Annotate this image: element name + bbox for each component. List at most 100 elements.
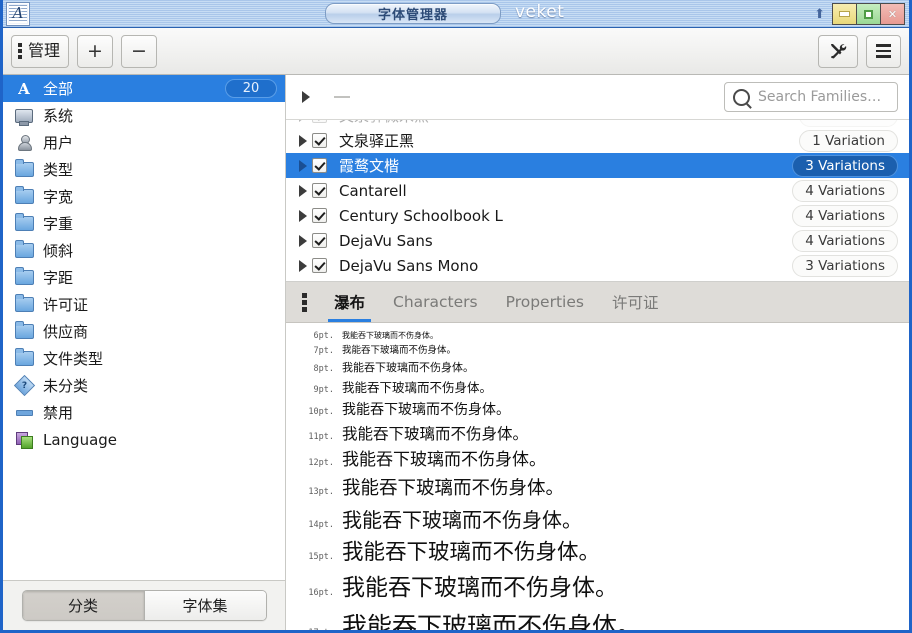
waterfall-line: 16pt. 我能吞下玻璃而不伤身体。: [286, 570, 909, 607]
table-row[interactable]: DejaVu Sans 4 Variations: [286, 228, 909, 253]
sidebar-item-label: 系统: [43, 107, 74, 125]
waterfall-sample-text: 我能吞下玻璃而不伤身体。: [342, 611, 643, 630]
window-title-tab[interactable]: 字体管理器: [325, 3, 501, 24]
remove-font-button[interactable]: −: [120, 34, 157, 68]
font-family-list[interactable]: 文泉驿微米黑 1 Variation 文泉驿正黑 1 Variation 霞鹜文…: [286, 120, 909, 282]
waterfall-size-label: 11pt.: [308, 431, 334, 442]
sidebar-item-spacing[interactable]: 字距: [3, 264, 285, 291]
sidebar-item-unclassified[interactable]: 未分类: [3, 372, 285, 399]
sidebar-item-license[interactable]: 许可证: [3, 291, 285, 318]
folder-icon: [13, 267, 35, 288]
tab-collections[interactable]: 字体集: [143, 591, 266, 620]
waterfall-size-label: 10pt.: [308, 406, 334, 417]
table-row[interactable]: Century Schoolbook L 4 Variations: [286, 203, 909, 228]
family-enabled-checkbox[interactable]: [312, 233, 327, 248]
chevron-right-icon[interactable]: [294, 209, 312, 222]
waterfall-size-label: 16pt.: [308, 588, 334, 599]
waterfall-sample-text: 我能吞下玻璃而不伤身体。: [342, 508, 582, 532]
tab-license[interactable]: 许可证: [598, 282, 673, 322]
waterfall-preview[interactable]: 6pt. 我能吞下玻璃而不伤身体。 7pt. 我能吞下玻璃而不伤身体。 8pt. 我能吞下…: [286, 323, 909, 630]
family-name: Cantarell: [339, 181, 407, 200]
search-icon: [733, 88, 750, 106]
table-row[interactable]: DejaVu Sans Mono 3 Variations: [286, 253, 909, 278]
sidebar-item-label: 倾斜: [43, 242, 74, 260]
chevron-right-icon[interactable]: [294, 134, 312, 147]
sidebar-item-label: 字重: [43, 215, 74, 233]
search-families-box[interactable]: [724, 82, 898, 112]
table-row[interactable]: 文泉驿微米黑 1 Variation: [286, 120, 909, 128]
category-list: A 全部 20 系统 用户 类型 字宽 字重 倾斜 字距 许可证 供应商 文件类…: [3, 75, 285, 580]
window-title: 字体管理器: [377, 8, 448, 23]
table-row-selected[interactable]: 霞鹜文楷 3 Variations: [286, 153, 909, 178]
font-manager-window: A 字体管理器 veket ⬆ ✕ 管理 + − A 全部 20 系统 用户 类…: [0, 0, 912, 633]
waterfall-size-label: 9pt.: [313, 384, 334, 395]
expand-all-icon[interactable]: [298, 91, 314, 103]
family-enabled-checkbox[interactable]: [312, 208, 327, 223]
sidebar-item-label: 未分类: [43, 377, 89, 395]
family-enabled-checkbox[interactable]: [312, 183, 327, 198]
table-row[interactable]: 文泉驿正黑 1 Variation: [286, 128, 909, 153]
chevron-right-icon[interactable]: [294, 184, 312, 197]
sidebar-item-weight[interactable]: 字重: [3, 210, 285, 237]
waterfall-sample-text: 我能吞下玻璃而不伤身体。: [342, 345, 457, 356]
sidebar-item-type[interactable]: 类型: [3, 156, 285, 183]
folder-icon: [13, 321, 35, 342]
maximize-button[interactable]: [856, 3, 881, 25]
sidebar-item-width[interactable]: 字宽: [3, 183, 285, 210]
variation-count-badge: 3 Variations: [792, 154, 898, 177]
sidebar-item-user[interactable]: 用户: [3, 129, 285, 156]
family-enabled-checkbox[interactable]: [312, 258, 327, 273]
minimize-button[interactable]: [832, 3, 857, 25]
manage-button[interactable]: 管理: [11, 34, 70, 68]
waterfall-sample-text: 我能吞下玻璃而不伤身体。: [342, 575, 618, 602]
chevron-right-icon[interactable]: [294, 159, 312, 172]
monitor-icon: [13, 106, 35, 126]
sidebar-item-disabled[interactable]: 禁用: [3, 399, 285, 426]
close-icon: ✕: [887, 7, 898, 21]
more-options-icon: [18, 43, 22, 59]
tab-waterfall[interactable]: 瀑布: [320, 282, 379, 322]
tab-properties[interactable]: Properties: [492, 282, 598, 322]
add-font-button[interactable]: +: [77, 34, 113, 68]
tab-categories[interactable]: 分类: [22, 591, 144, 620]
family-enabled-checkbox[interactable]: [312, 158, 327, 173]
sidebar-item-label: 字距: [43, 269, 74, 287]
tab-characters[interactable]: Characters: [379, 282, 492, 322]
waterfall-line: 17pt.我能吞下玻璃而不伤身体。: [286, 607, 909, 630]
sidebar-item-label: 禁用: [43, 404, 74, 422]
variation-count-badge: 4 Variations: [792, 204, 898, 227]
chevron-right-icon[interactable]: [294, 234, 312, 247]
waterfall-line: 8pt. 我能吞下玻璃而不伤身体。: [286, 359, 909, 378]
sidebar-item-filetype[interactable]: 文件类型: [3, 345, 285, 372]
sidebar-item-system[interactable]: 系统: [3, 102, 285, 129]
waterfall-line: 12pt. 我能吞下玻璃而不伤身体。: [286, 447, 909, 475]
family-list-header: [286, 75, 909, 120]
family-enabled-checkbox[interactable]: [312, 133, 327, 148]
sidebar-item-all[interactable]: A 全部 20: [3, 75, 285, 102]
sidebar-item-label: Language: [43, 430, 118, 449]
search-input[interactable]: [756, 88, 889, 106]
waterfall-sample-text: 我能吞下玻璃而不伤身体。: [342, 379, 493, 395]
sidebar-item-slant[interactable]: 倾斜: [3, 237, 285, 264]
variation-count-badge: 1 Variation: [799, 120, 898, 127]
family-enabled-checkbox[interactable]: [312, 120, 327, 123]
menu-button[interactable]: [866, 34, 901, 68]
sidebar-item-language[interactable]: Language: [3, 426, 285, 453]
sidebar-bottom-bar: 分类 字体集: [3, 580, 285, 630]
sidebar-item-label: 文件类型: [43, 350, 104, 368]
pin-up-icon[interactable]: ⬆: [814, 8, 825, 21]
chevron-right-icon[interactable]: [294, 259, 312, 272]
preview-options-button[interactable]: [294, 282, 320, 322]
chevron-right-icon[interactable]: [294, 120, 312, 122]
waterfall-line: 9pt. 我能吞下玻璃而不伤身体。: [286, 378, 909, 399]
waterfall-line: 6pt. 我能吞下玻璃而不伤身体。: [286, 329, 909, 343]
sidebar-item-label: 许可证: [43, 296, 89, 314]
table-row[interactable]: Cantarell 4 Variations: [286, 178, 909, 203]
folder-icon: [13, 186, 35, 207]
tools-button[interactable]: [818, 34, 858, 68]
variation-count-badge: 1 Variation: [799, 129, 898, 152]
waterfall-sample-text: 我能吞下玻璃而不伤身体。: [342, 540, 601, 565]
close-button[interactable]: ✕: [880, 3, 905, 25]
more-options-icon: [301, 292, 307, 312]
sidebar-item-vendor[interactable]: 供应商: [3, 318, 285, 345]
